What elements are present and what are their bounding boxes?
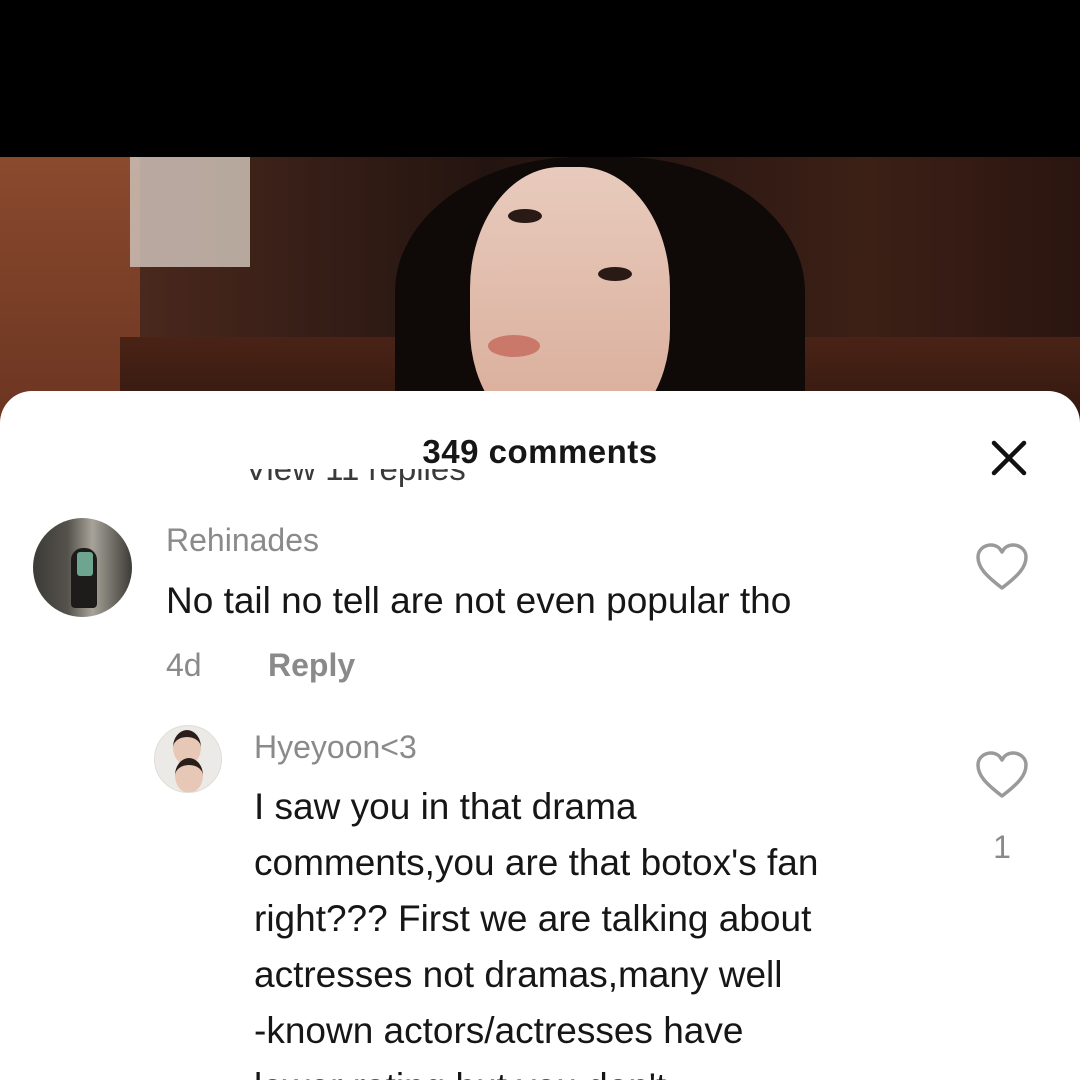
comment-text-line: right??? First we are talking about bbox=[254, 898, 812, 939]
like-button[interactable] bbox=[975, 542, 1029, 592]
comment-text-line: comments,you are that botox's fan bbox=[254, 842, 819, 883]
view-replies-link-scrolled[interactable]: View 11 replies bbox=[245, 469, 466, 487]
avatar[interactable] bbox=[154, 725, 222, 793]
comments-sheet: View 11 replies 349 comments Rehinades N… bbox=[0, 391, 1080, 1080]
comment-text: No tail no tell are not even popular tho bbox=[166, 580, 792, 621]
top-black-bar bbox=[0, 0, 1080, 157]
background-wall bbox=[130, 157, 250, 267]
heart-outline-icon bbox=[976, 751, 1028, 798]
close-button[interactable] bbox=[985, 434, 1033, 482]
comment-count-title: 349 comments bbox=[422, 433, 658, 470]
comment-username[interactable]: Hyeyoon<3 bbox=[254, 729, 417, 766]
heart-outline-icon bbox=[976, 543, 1028, 590]
avatar-face-bottom bbox=[175, 758, 203, 792]
comment-text-line: -known actors/actresses have bbox=[254, 1010, 744, 1051]
person-eye-right bbox=[598, 267, 632, 281]
comment-text-line: I saw you in that drama bbox=[254, 786, 637, 827]
comments-header: View 11 replies 349 comments bbox=[0, 391, 1080, 491]
comment-username[interactable]: Rehinades bbox=[166, 522, 319, 559]
comment-text: I saw you in that drama comments,you are… bbox=[254, 779, 954, 1080]
screen: View 11 replies 349 comments Rehinades N… bbox=[0, 0, 1080, 1080]
comment-age: 4d bbox=[166, 647, 202, 683]
like-button[interactable] bbox=[975, 750, 1029, 800]
person-eye-left bbox=[508, 209, 542, 223]
person-lips bbox=[488, 335, 540, 357]
avatar[interactable] bbox=[33, 518, 132, 617]
like-count: 1 bbox=[993, 829, 1011, 865]
comment-text-line: lower rating but you don't bbox=[254, 1059, 954, 1080]
reply-button[interactable]: Reply bbox=[268, 647, 355, 684]
comment-text-line: actresses not dramas,many well bbox=[254, 954, 783, 995]
close-icon bbox=[991, 440, 1027, 476]
avatar-phone bbox=[77, 552, 93, 576]
